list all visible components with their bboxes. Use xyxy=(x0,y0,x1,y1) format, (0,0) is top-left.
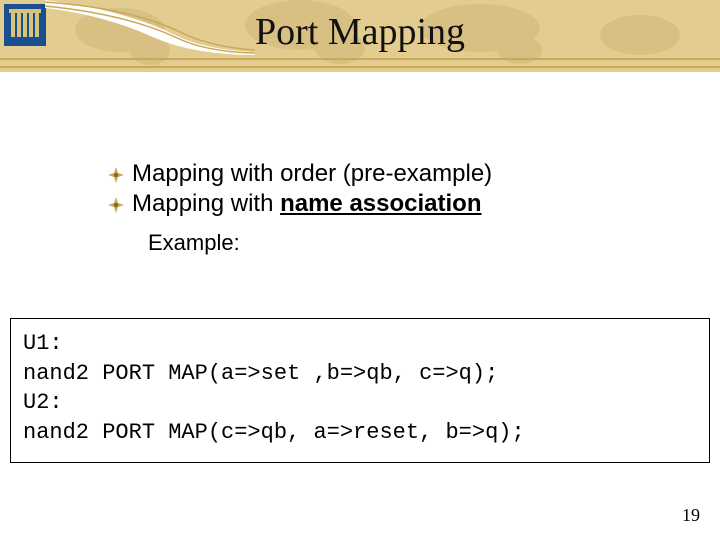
page-number: 19 xyxy=(682,505,700,526)
divider-line xyxy=(0,58,720,60)
bullet-item: Mapping with order (pre-example) xyxy=(108,160,690,188)
bullet-text: Mapping with name association xyxy=(132,190,482,218)
compass-bullet-icon xyxy=(108,197,124,213)
code-block: U1: nand2 PORT MAP(a=>set ,b=>qb, c=>q);… xyxy=(10,318,710,463)
example-label: Example: xyxy=(148,230,690,256)
compass-bullet-icon xyxy=(108,167,124,183)
content-area: Mapping with order (pre-example) Mapping… xyxy=(0,72,720,256)
bullet-item: Mapping with name association xyxy=(108,190,690,218)
title-band: Port Mapping xyxy=(0,0,720,72)
bullet-text: Mapping with order (pre-example) xyxy=(132,160,492,188)
divider-line xyxy=(0,66,720,68)
slide-title: Port Mapping xyxy=(0,10,720,54)
